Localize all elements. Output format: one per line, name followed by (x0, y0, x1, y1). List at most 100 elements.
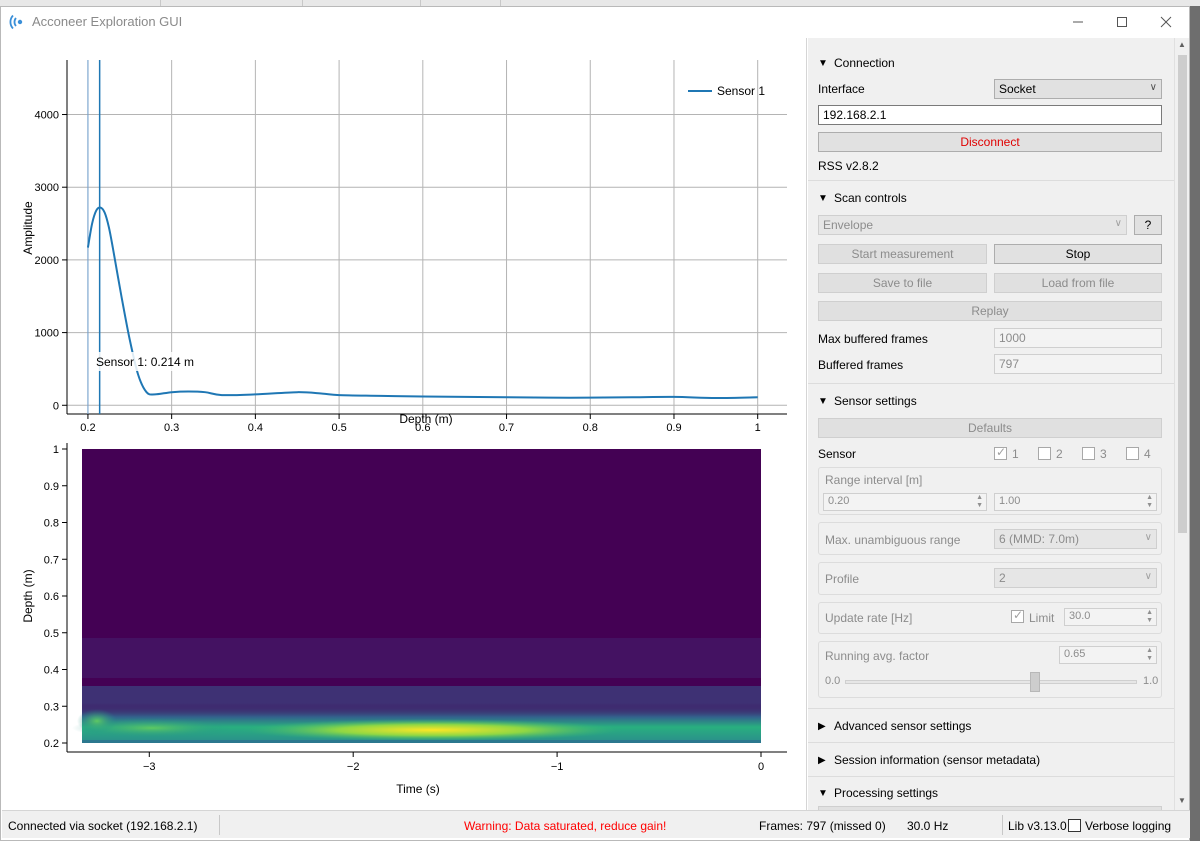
close-button[interactable] (1143, 7, 1189, 37)
processing-settings-header[interactable]: ▼ Processing settings (818, 786, 938, 800)
y-tick-label: 0.5 (44, 628, 59, 640)
chevron-down-icon: ∨ (1114, 218, 1122, 229)
legend-label: Sensor 1 (717, 84, 765, 98)
plot-area[interactable]: 0.2 0.3 0.4 0.5 0.6 0.7 0.8 0.9 1 0 1000 2000 3000 40… (2, 38, 807, 810)
running-avg-slider-handle[interactable] (1029, 672, 1040, 692)
divider (808, 180, 1174, 181)
status-separator (219, 815, 220, 835)
sensor-1-checkbox[interactable] (994, 445, 1007, 460)
expanded-triangle-icon: ▼ (818, 787, 828, 799)
range-start-value: 0.20 (828, 495, 850, 507)
interface-value: Socket (999, 82, 1036, 96)
load-from-file-button[interactable]: Load from file (994, 273, 1162, 293)
spin-arrows-icon: ▲ ▼ (1146, 647, 1153, 662)
y-tick-label: 4000 (35, 110, 59, 122)
expanded-triangle-icon: ▼ (818, 57, 828, 69)
wifi-signal-icon (9, 14, 23, 30)
sensor-2-checkbox[interactable] (1038, 447, 1051, 460)
amplitude-plot[interactable]: 0.2 0.3 0.4 0.5 0.6 0.7 0.8 0.9 1010002000300040… (21, 60, 787, 434)
y-tick-label: 0.3 (44, 701, 59, 713)
scroll-up-icon[interactable]: ▲ (1178, 40, 1186, 49)
advanced-sensor-settings-header[interactable]: ▶ Advanced sensor settings (818, 719, 971, 733)
collapsed-triangle-icon: ▶ (818, 754, 826, 766)
range-end-spinbox[interactable]: 1.00 ▲ ▼ (994, 493, 1157, 511)
y-tick-label: 0 (53, 400, 59, 412)
session-information-header[interactable]: ▶ Session information (sensor metadata) (818, 753, 1040, 767)
heatmap-bottom-edge (82, 740, 761, 743)
time-axis-label: Time (s) (396, 782, 440, 796)
x-tick-label: 1 (755, 422, 761, 434)
service-select[interactable]: Envelope ∨ (818, 215, 1127, 235)
verbose-logging-checkbox[interactable] (1068, 819, 1081, 832)
max-buffered-frames-input[interactable]: 1000 (994, 328, 1162, 348)
status-separator (1002, 815, 1003, 835)
spin-arrows-icon: ▲ ▼ (976, 494, 983, 509)
connection-section-header[interactable]: ▼ Connection (818, 56, 895, 70)
service-value: Envelope (823, 218, 874, 232)
chevron-down-icon: ∨ (1149, 82, 1157, 93)
scan-controls-section-header[interactable]: ▼ Scan controls (818, 191, 907, 205)
legend: Sensor 1 (688, 84, 765, 98)
running-avg-label: Running avg. factor (825, 649, 930, 663)
replay-button[interactable]: Replay (818, 301, 1162, 321)
x-tick-label: −3 (143, 761, 156, 773)
expanded-triangle-icon: ▼ (818, 395, 828, 407)
running-avg-slider-track[interactable] (845, 680, 1137, 684)
x-tick-label: 0.4 (248, 422, 263, 434)
running-avg-spinbox[interactable]: 0.65 ▲ ▼ (1059, 646, 1157, 664)
slider-max-label: 1.0 (1143, 675, 1159, 687)
heatmap-haze (82, 638, 761, 678)
title-bar[interactable]: Acconeer Exploration GUI (1, 7, 1189, 37)
limit-checkbox[interactable] (1011, 608, 1024, 623)
start-measurement-button[interactable]: Start measurement (818, 244, 987, 264)
amplitude-tick-labels: 0.2 0.3 0.4 0.5 0.6 0.7 0.8 0.9 1010002000300040… (35, 110, 761, 434)
verbose-logging-label: Verbose logging (1085, 819, 1172, 833)
update-rate-spinbox[interactable]: 30.0 ▲ ▼ (1064, 608, 1157, 626)
sensor-3-checkbox[interactable] (1082, 447, 1095, 460)
defaults-button[interactable]: Defaults (818, 418, 1162, 438)
x-tick-label: 0.2 (80, 422, 95, 434)
panel-scrollbar[interactable]: ▲ ▼ (1174, 38, 1189, 810)
x-tick-label: 0.8 (583, 422, 598, 434)
lib-version: Lib v3.13.0 (1008, 819, 1067, 833)
collapsed-triangle-icon: ▶ (818, 720, 826, 732)
sensor-4-checkbox[interactable] (1126, 447, 1139, 460)
scroll-down-icon[interactable]: ▼ (1178, 796, 1186, 805)
depth-axis-label: Depth (m) (399, 412, 452, 426)
rate-status: 30.0 Hz (907, 819, 949, 833)
profile-select[interactable]: 2 ∨ (994, 568, 1157, 588)
y-tick-label: 0.4 (44, 665, 59, 677)
max-buffered-frames-label: Max buffered frames (818, 332, 928, 346)
control-panel: ▼ Connection Interface Socket ∨ 192.168.… (808, 38, 1174, 810)
help-button[interactable]: ? (1134, 215, 1162, 235)
amplitude-axis-label: Amplitude (21, 201, 35, 255)
save-to-file-button[interactable]: Save to file (818, 273, 987, 293)
interface-label: Interface (818, 82, 865, 96)
minimize-icon (1073, 21, 1083, 23)
depth-time-heatmap[interactable]: −3 −2 −1 0 0.2 0.3 0.4 0.5 0.6 0.7 0.8 0.9 1 Time (s… (21, 443, 787, 796)
x-tick-label: 0.7 (499, 422, 514, 434)
profile-value: 2 (999, 571, 1006, 585)
range-start-spinbox[interactable]: 0.20 ▲ ▼ (823, 493, 987, 511)
x-tick-label: 0.9 (666, 422, 681, 434)
sensor-settings-section-header[interactable]: ▼ Sensor settings (818, 394, 917, 408)
maximize-button[interactable] (1099, 7, 1145, 37)
max-unambiguous-range-select[interactable]: 6 (MMD: 7.0m) ∨ (994, 529, 1157, 549)
x-tick-label: −2 (347, 761, 360, 773)
range-interval-label: Range interval [m] (825, 473, 923, 487)
divider (808, 708, 1174, 709)
y-tick-label: 0.9 (44, 481, 59, 493)
plots-canvas[interactable]: 0.2 0.3 0.4 0.5 0.6 0.7 0.8 0.9 1 0 1000 2000 3000 40… (2, 38, 807, 810)
connection-status: Connected via socket (192.168.2.1) (8, 819, 198, 833)
scrollbar-thumb[interactable] (1178, 55, 1187, 533)
rss-version: RSS v2.8.2 (818, 159, 879, 173)
saturation-warning: Warning: Data saturated, reduce gain! (464, 819, 667, 833)
depth-axis-label-heatmap: Depth (m) (21, 569, 35, 622)
scan-controls-header-label: Scan controls (834, 191, 907, 205)
disconnect-button[interactable]: Disconnect (818, 132, 1162, 152)
interface-select[interactable]: Socket ∨ (994, 79, 1162, 99)
ip-address-input[interactable]: 192.168.2.1 (818, 105, 1162, 125)
maximize-icon (1117, 17, 1127, 27)
minimize-button[interactable] (1055, 7, 1101, 37)
stop-button[interactable]: Stop (994, 244, 1162, 264)
